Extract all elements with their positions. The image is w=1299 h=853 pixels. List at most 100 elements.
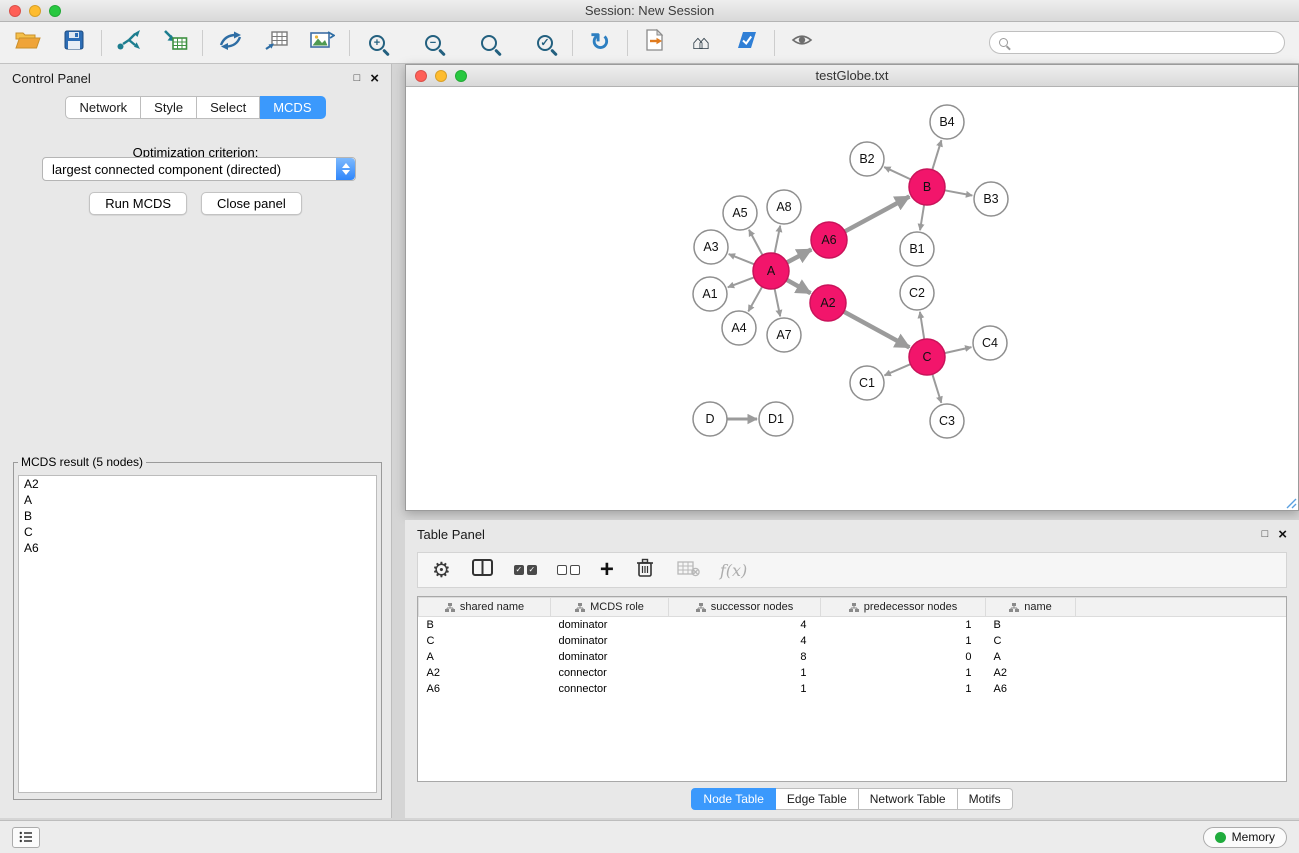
- column-header-mcds-role[interactable]: MCDS role: [551, 598, 669, 617]
- zoom-out-button[interactable]: −: [419, 28, 447, 58]
- table-row[interactable]: A6connector11A6: [419, 681, 1288, 697]
- graph-node-C4[interactable]: C4: [973, 326, 1007, 360]
- graph-node-C[interactable]: C: [909, 339, 945, 375]
- tab-mcds[interactable]: MCDS: [260, 96, 325, 119]
- zoom-in-button[interactable]: +: [363, 28, 391, 58]
- close-button[interactable]: [9, 5, 21, 17]
- deselect-all-icon[interactable]: [557, 565, 580, 575]
- new-network-button[interactable]: [216, 28, 244, 58]
- graph-edge-A-A5[interactable]: [749, 230, 763, 255]
- graph-node-B2[interactable]: B2: [850, 142, 884, 176]
- run-mcds-button[interactable]: Run MCDS: [89, 192, 187, 215]
- graph-edge-B-B4[interactable]: [932, 140, 941, 170]
- graph-node-A7[interactable]: A7: [767, 318, 801, 352]
- node-table-container[interactable]: shared nameMCDS rolesuccessor nodesprede…: [417, 596, 1287, 782]
- graph-edge-C-C2[interactable]: [920, 312, 924, 339]
- graph-node-D[interactable]: D: [693, 402, 727, 436]
- gear-icon[interactable]: ⚙: [432, 560, 451, 581]
- memory-button[interactable]: Memory: [1203, 827, 1287, 848]
- close-table-panel-icon[interactable]: ×: [1278, 527, 1287, 542]
- minimize-button[interactable]: [29, 5, 41, 17]
- table-cell[interactable]: A2: [419, 665, 551, 681]
- column-header-shared-name[interactable]: shared name: [419, 598, 551, 617]
- graph-edge-A-A1[interactable]: [728, 277, 754, 287]
- graph-node-C3[interactable]: C3: [930, 404, 964, 438]
- graph-edge-A6-B[interactable]: [845, 197, 910, 232]
- table-cell[interactable]: 0: [821, 649, 986, 665]
- graph-edge-A-A7[interactable]: [775, 289, 781, 317]
- table-tab-network-table[interactable]: Network Table: [859, 788, 958, 810]
- graph-node-D1[interactable]: D1: [759, 402, 793, 436]
- network-close-button[interactable]: [415, 70, 427, 82]
- import-network-button[interactable]: [115, 28, 143, 58]
- select-all-icon[interactable]: ✓✓: [514, 565, 537, 575]
- graph-node-C1[interactable]: C1: [850, 366, 884, 400]
- table-cell[interactable]: C: [419, 633, 551, 649]
- table-row[interactable]: A2connector11A2: [419, 665, 1288, 681]
- table-cell[interactable]: 1: [821, 617, 986, 633]
- zoom-fit-button[interactable]: [475, 28, 503, 58]
- table-cell[interactable]: 4: [669, 633, 821, 649]
- task-history-button[interactable]: [12, 827, 40, 848]
- graph-edge-A-A6[interactable]: [787, 249, 811, 262]
- network-window-titlebar[interactable]: testGlobe.txt: [406, 65, 1298, 87]
- table-cell[interactable]: A2: [986, 665, 1076, 681]
- graph-node-B3[interactable]: B3: [974, 182, 1008, 216]
- export-image-button[interactable]: [308, 28, 336, 58]
- graph-node-A3[interactable]: A3: [694, 230, 728, 264]
- table-cell[interactable]: dominator: [551, 633, 669, 649]
- table-row[interactable]: Adominator80A: [419, 649, 1288, 665]
- graph-node-A4[interactable]: A4: [722, 311, 756, 345]
- table-cell[interactable]: 4: [669, 617, 821, 633]
- table-cell[interactable]: A: [419, 649, 551, 665]
- column-settings-icon[interactable]: [471, 557, 494, 583]
- table-cell[interactable]: B: [986, 617, 1076, 633]
- graph-node-A2[interactable]: A2: [810, 285, 846, 321]
- add-column-icon[interactable]: +: [600, 558, 614, 582]
- table-cell[interactable]: 8: [669, 649, 821, 665]
- graph-edge-A-A8[interactable]: [775, 226, 781, 254]
- graph-edge-C-C4[interactable]: [945, 347, 972, 353]
- graph-node-A1[interactable]: A1: [693, 277, 727, 311]
- column-header-predecessor-nodes[interactable]: predecessor nodes: [821, 598, 986, 617]
- table-row[interactable]: Bdominator41B: [419, 617, 1288, 633]
- column-header-successor-nodes[interactable]: successor nodes: [669, 598, 821, 617]
- table-cell[interactable]: dominator: [551, 649, 669, 665]
- float-panel-icon[interactable]: □: [354, 72, 361, 84]
- zoom-selected-button[interactable]: ✓: [531, 28, 559, 58]
- trash-icon[interactable]: [634, 557, 656, 584]
- graph-edge-A-A4[interactable]: [748, 287, 762, 312]
- open-session-button[interactable]: [14, 28, 42, 58]
- table-cell[interactable]: A: [986, 649, 1076, 665]
- refresh-button[interactable]: ↻: [586, 28, 614, 58]
- graph-node-B4[interactable]: B4: [930, 105, 964, 139]
- network-canvas[interactable]: B4B2BB3A5A8A6A3B1AA1C2A2A4A7C4CC1DD1C3: [406, 87, 1298, 510]
- table-cell[interactable]: 1: [821, 633, 986, 649]
- mcds-result-list[interactable]: A2ABCA6: [18, 475, 377, 793]
- tab-style[interactable]: Style: [141, 96, 197, 119]
- home-button[interactable]: ⌂⌂: [687, 28, 715, 58]
- table-cell[interactable]: B: [419, 617, 551, 633]
- tab-select[interactable]: Select: [197, 96, 260, 119]
- graph-node-A6[interactable]: A6: [811, 222, 847, 258]
- close-panel-icon[interactable]: ×: [370, 71, 379, 86]
- table-row[interactable]: Cdominator41C: [419, 633, 1288, 649]
- network-minimize-button[interactable]: [435, 70, 447, 82]
- graph-edge-B-B2[interactable]: [884, 167, 910, 179]
- search-input[interactable]: [1014, 36, 1275, 50]
- browser-button[interactable]: [733, 28, 761, 58]
- graph-edge-A-A3[interactable]: [729, 254, 755, 264]
- table-cell[interactable]: C: [986, 633, 1076, 649]
- table-cell[interactable]: 1: [821, 681, 986, 697]
- graph-edge-B-B1[interactable]: [920, 205, 924, 230]
- close-panel-button[interactable]: Close panel: [201, 192, 302, 215]
- zoom-button[interactable]: [49, 5, 61, 17]
- graph-edge-B-B3[interactable]: [945, 190, 973, 195]
- resize-handle[interactable]: [1285, 497, 1297, 509]
- table-cell[interactable]: dominator: [551, 617, 669, 633]
- table-cell[interactable]: 1: [669, 681, 821, 697]
- graph-edge-A-A2[interactable]: [787, 280, 811, 293]
- graph-edge-A2-C[interactable]: [844, 312, 910, 348]
- search-box[interactable]: [989, 31, 1285, 54]
- optimization-dropdown[interactable]: largest connected component (directed): [42, 157, 356, 181]
